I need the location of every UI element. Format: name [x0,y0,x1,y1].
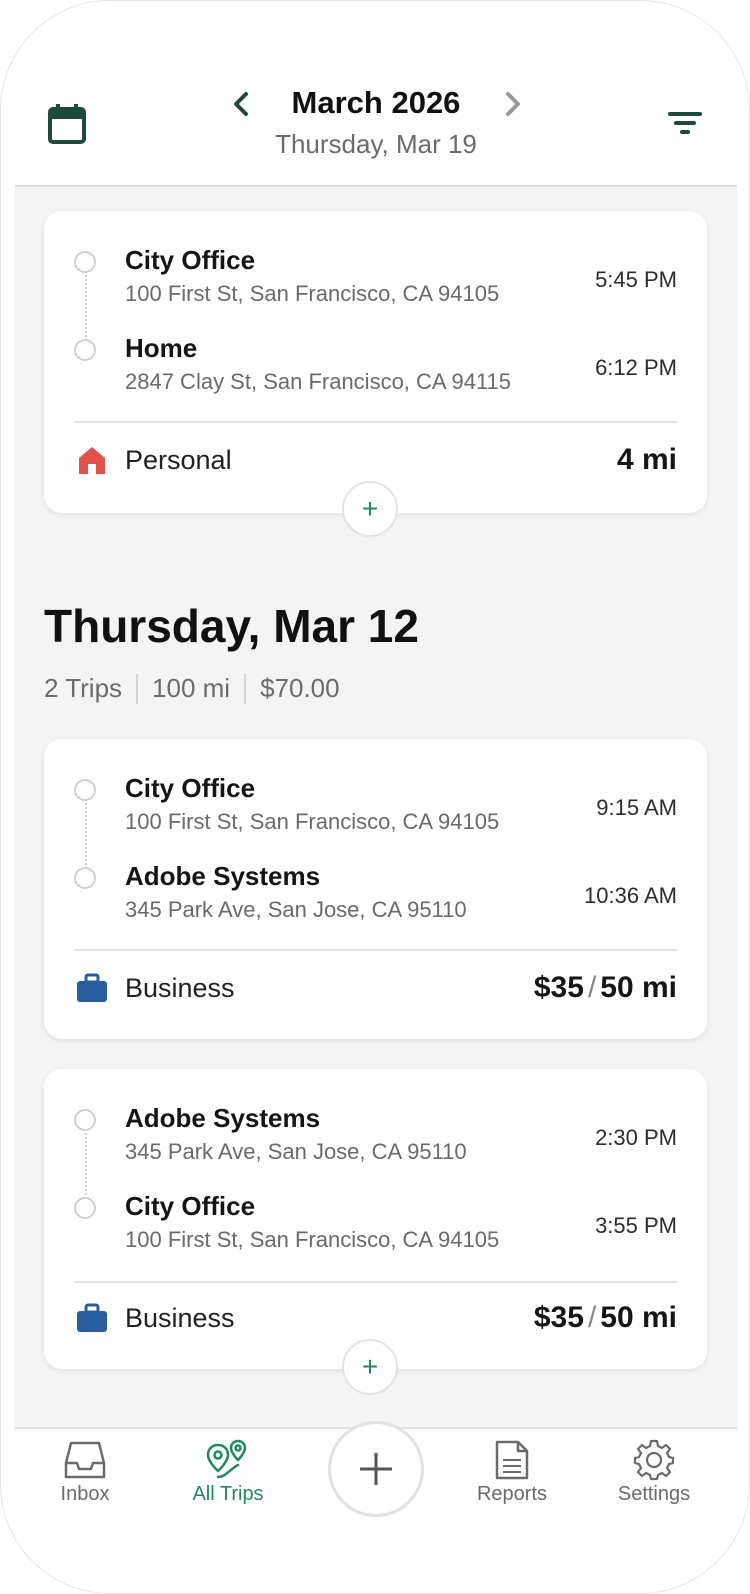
trip-distance-value: 4 mi [616,443,677,476]
nav-settings[interactable]: Settings [599,1439,709,1506]
trip-card-business[interactable]: City Office 100 First St, San Francisco,… [44,739,707,1039]
briefcase-icon [77,973,107,1002]
trip-card-personal[interactable]: City Office 100 First St, San Francisco,… [44,211,707,513]
day-section-stats: 2 Trips 100 mi $70.00 [44,673,340,704]
stop-dot [74,339,96,361]
stop-address: 345 Park Ave, San Jose, CA 95110 [125,1139,467,1164]
stop-address: 345 Park Ave, San Jose, CA 95110 [125,897,467,922]
route-pins-icon [206,1439,247,1479]
trip-amount: $35 [533,1301,584,1334]
stop-time: 2:30 PM [595,1125,677,1150]
briefcase-icon [77,1303,107,1332]
nav-all-trips[interactable]: All Trips [173,1439,283,1506]
trip-stop-destination: Adobe Systems 345 Park Ave, San Jose, CA… [44,857,707,933]
home-icon [79,447,105,474]
filter-button[interactable] [665,107,705,139]
nav-all-trips-label: All Trips [192,1483,264,1505]
calendar-button[interactable] [47,103,87,145]
day-amount-total: $70.00 [260,673,340,703]
trip-stop-destination: City Office 100 First St, San Francisco,… [44,1187,707,1263]
value-separator: / [587,1301,597,1334]
stop-name: Adobe Systems [125,1103,321,1133]
stop-address: 100 First St, San Francisco, CA 94105 [125,809,500,834]
document-icon [495,1440,529,1480]
nav-reports-label: Reports [476,1483,548,1505]
trip-stop-destination: Home 2847 Clay St, San Francisco, CA 941… [44,329,707,405]
stop-address: 2847 Clay St, San Francisco, CA 94115 [125,369,512,394]
trip-distance-value: 50 mi [600,1301,677,1334]
stop-name: City Office [125,773,256,803]
selected-date: Thursday, Mar 19 [275,129,477,159]
day-section-title: Thursday, Mar 12 [44,600,419,652]
add-stop-button[interactable]: + [342,481,398,537]
card-divider [74,949,677,951]
plus-icon [360,1453,392,1485]
stop-dot [74,1109,96,1131]
calendar-icon [48,104,86,144]
stop-dot [74,867,96,889]
month-title: March 2026 [291,85,461,120]
nav-inbox-label: Inbox [60,1483,110,1505]
trip-category-label[interactable]: Personal [125,445,232,476]
trip-distance-value: 50 mi [600,971,677,1004]
trip-card-business[interactable]: Adobe Systems 345 Park Ave, San Jose, CA… [44,1069,707,1369]
add-stop-button[interactable]: + [342,1339,398,1395]
value-separator: / [587,971,597,1004]
next-month-button[interactable] [497,87,527,121]
card-divider [74,421,677,423]
header: March 2026 Thursday, Mar 19 [1,1,749,187]
stats-separator [136,673,139,704]
bottom-navigation: Inbox All Trips Reports Settings [15,1421,737,1527]
stop-time: 5:45 PM [595,267,677,292]
trip-amount: $35 [533,971,584,1004]
phone-frame: March 2026 Thursday, Mar 19 City Office … [0,0,750,1594]
stop-name: City Office [125,1191,256,1221]
stats-separator [244,673,247,704]
nav-settings-label: Settings [617,1483,691,1505]
stop-time: 3:55 PM [595,1213,677,1238]
gear-icon [633,1439,675,1481]
stop-dot [74,251,96,273]
stop-address: 100 First St, San Francisco, CA 94105 [125,1227,500,1252]
trip-stop-origin: City Office 100 First St, San Francisco,… [44,769,707,845]
add-trip-button[interactable] [328,1421,424,1517]
stop-name: Adobe Systems [125,861,321,891]
nav-reports[interactable]: Reports [457,1439,567,1506]
plus-icon: + [361,493,379,524]
stop-dot [74,1197,96,1219]
stop-time: 9:15 AM [596,795,677,820]
trip-value: $35/50 mi [534,1301,677,1335]
stop-name: City Office [125,245,256,275]
card-divider [74,1281,677,1283]
day-trip-count: 2 Trips [44,673,123,703]
trip-category-label[interactable]: Business [125,1303,235,1334]
day-distance-total: 100 mi [152,673,231,703]
stop-time: 6:12 PM [595,355,677,380]
inbox-icon [64,1441,106,1479]
trip-stop-origin: City Office 100 First St, San Francisco,… [44,241,707,317]
trip-list[interactable]: City Office 100 First St, San Francisco,… [15,187,737,1427]
chevron-right-icon [506,92,520,116]
nav-inbox[interactable]: Inbox [30,1439,140,1506]
trip-value: $35/50 mi [534,971,677,1005]
plus-icon: + [361,1351,379,1382]
filter-icon [668,112,702,134]
trip-category-label[interactable]: Business [125,973,235,1004]
stop-name: Home [125,333,198,363]
trip-stop-origin: Adobe Systems 345 Park Ave, San Jose, CA… [44,1099,707,1175]
stop-address: 100 First St, San Francisco, CA 94105 [125,281,500,306]
stop-dot [74,779,96,801]
stop-time: 10:36 AM [584,883,677,908]
trip-distance: 4 mi [617,443,677,477]
